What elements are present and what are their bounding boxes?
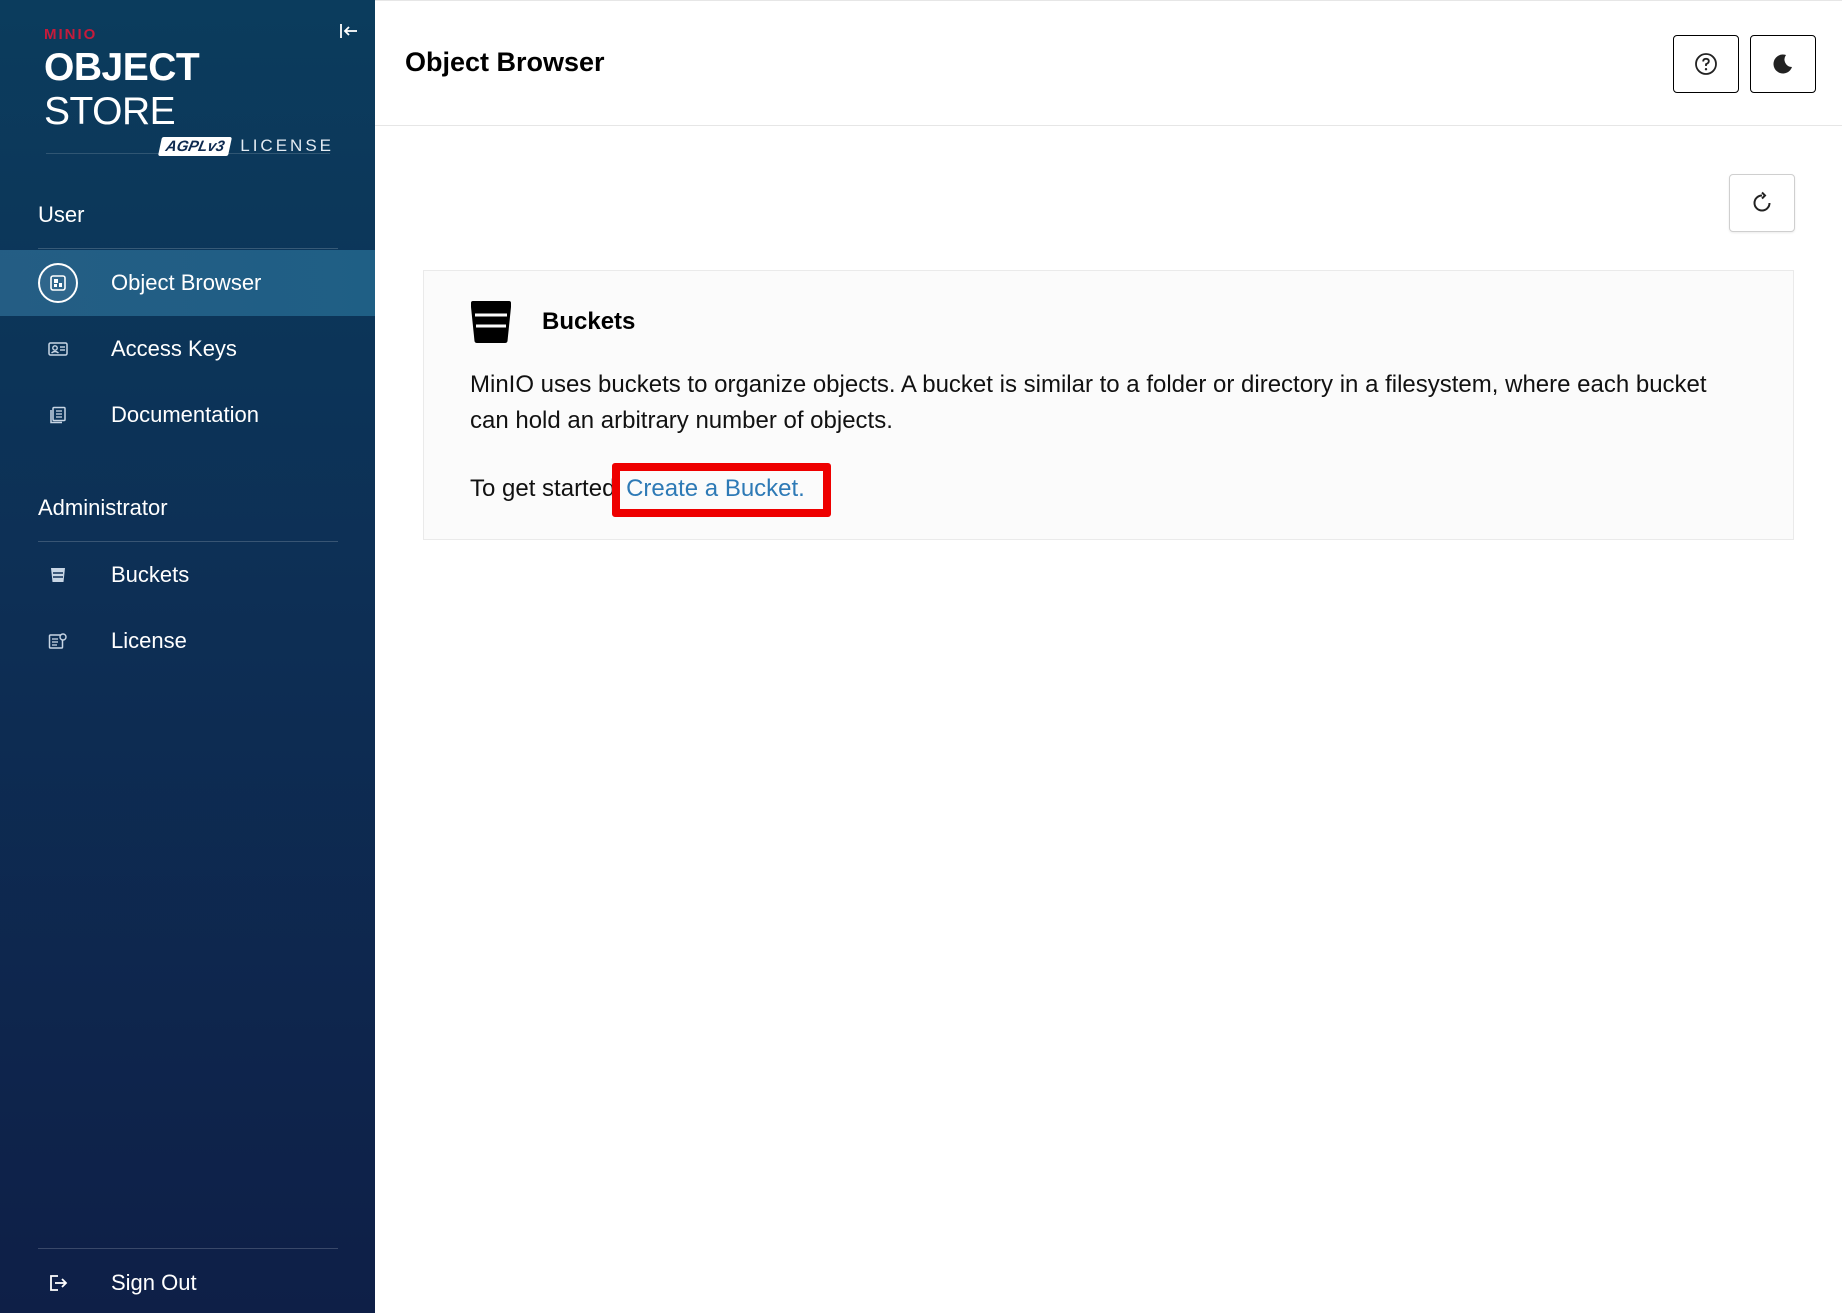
sidebar-item-object-browser[interactable]: Object Browser xyxy=(0,250,375,316)
buckets-empty-panel: Buckets MinIO uses buckets to organize o… xyxy=(423,270,1794,540)
cta-prefix: To get started, xyxy=(470,475,623,502)
brand-name: MINIO xyxy=(44,26,98,43)
sidebar-item-label: License xyxy=(111,628,187,653)
app-root: MINIO OBJECT STORE AGPLv3 LICENSE User O… xyxy=(0,0,1842,1313)
sidebar-item-documentation[interactable]: Documentation xyxy=(0,382,375,448)
section-title-administrator: Administrator xyxy=(38,495,168,520)
sidebar: MINIO OBJECT STORE AGPLv3 LICENSE User O… xyxy=(0,0,375,1313)
bucket-icon xyxy=(471,301,511,343)
panel-header: Buckets xyxy=(470,301,635,343)
section-divider-user xyxy=(38,248,338,249)
sign-out-divider xyxy=(38,1248,338,1249)
create-bucket-link[interactable]: Create a Bucket. xyxy=(612,463,831,517)
sidebar-item-access-keys[interactable]: Access Keys xyxy=(0,316,375,382)
access-keys-icon xyxy=(38,329,78,369)
logo-divider xyxy=(46,153,330,154)
theme-toggle-button[interactable] xyxy=(1750,35,1816,93)
bucket-icon xyxy=(38,555,78,595)
panel-cta: To get started, Create a Bucket. xyxy=(470,463,831,517)
panel-title: Buckets xyxy=(542,308,636,335)
create-bucket-link-label: Create a Bucket. xyxy=(626,475,805,502)
main-content: Object Browser Buckets MinIO uses bucket… xyxy=(375,0,1842,1313)
help-button[interactable] xyxy=(1673,35,1739,93)
sidebar-item-label: Object Browser xyxy=(111,270,262,295)
panel-description: MinIO uses buckets to organize objects. … xyxy=(470,371,1707,434)
refresh-button[interactable] xyxy=(1729,174,1795,232)
collapse-left-icon xyxy=(340,24,357,38)
license-icon xyxy=(38,621,78,661)
top-bar: Object Browser xyxy=(375,0,1842,126)
sign-out-button[interactable]: Sign Out xyxy=(0,1250,375,1313)
section-title-user: User xyxy=(38,202,85,227)
sidebar-item-label: Buckets xyxy=(111,562,190,587)
page-title: Object Browser xyxy=(405,47,605,77)
sign-out-label: Sign Out xyxy=(111,1270,197,1295)
sidebar-item-license[interactable]: License xyxy=(0,608,375,674)
help-icon xyxy=(1695,53,1717,75)
product-name-light: STORE xyxy=(44,90,176,133)
collapse-sidebar-button[interactable] xyxy=(336,18,362,44)
refresh-icon xyxy=(1753,191,1771,212)
sign-out-icon xyxy=(38,1263,78,1303)
sidebar-item-buckets[interactable]: Buckets xyxy=(0,542,375,608)
documentation-icon xyxy=(38,395,78,435)
sidebar-item-label: Access Keys xyxy=(111,336,237,361)
object-browser-icon xyxy=(38,263,78,303)
product-name-bold: OBJECT xyxy=(44,46,200,89)
minio-logo: MINIO OBJECT STORE AGPLv3 LICENSE xyxy=(44,26,334,156)
product-name: OBJECT STORE xyxy=(44,46,334,134)
sidebar-item-label: Documentation xyxy=(111,402,259,427)
moon-icon xyxy=(1773,54,1792,74)
